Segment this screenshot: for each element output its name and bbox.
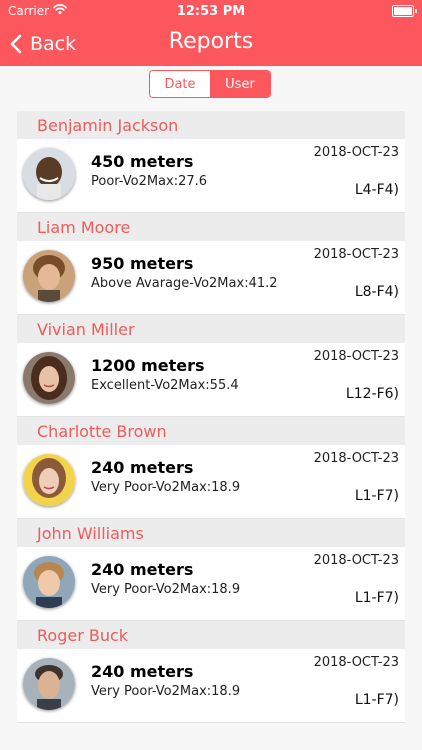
distance-label: 240 meters [91,458,194,477]
section-header: Roger Buck [17,621,405,649]
level-label: L4-F4) [354,182,399,198]
distance-label: 1200 meters [91,356,205,375]
report-date: 2018-OCT-23 [313,451,399,466]
vo2max-detail: Above Avarage-Vo2Max:41.2 [91,276,278,291]
distance-label: 240 meters [91,662,194,681]
distance-label: 450 meters [91,152,194,171]
sort-segmented-control: Date User [149,70,271,98]
report-date: 2018-OCT-23 [313,655,399,670]
section-header: Charlotte Brown [17,417,405,445]
level-label: L12-F6) [345,386,399,402]
status-bar: Carrier 12:53 PM [0,0,422,22]
distance-label: 950 meters [91,254,194,273]
avatar [23,454,75,506]
vo2max-detail: Very Poor-Vo2Max:18.9 [91,684,241,699]
level-label: L8-F4) [354,284,399,300]
level-label: L1-F7) [354,692,399,708]
report-row[interactable]: 450 meters Poor-Vo2Max:27.6 2018-OCT-23 … [17,139,405,213]
segment-user[interactable]: User [210,71,270,97]
segment-date[interactable]: Date [150,71,210,97]
report-row[interactable]: 240 meters Very Poor-Vo2Max:18.9 2018-OC… [17,649,405,723]
distance-label: 240 meters [91,560,194,579]
report-row[interactable]: 240 meters Very Poor-Vo2Max:18.9 2018-OC… [17,445,405,519]
section-header: Vivian Miller [17,315,405,343]
navigation-bar: Back Reports [0,22,422,66]
report-date: 2018-OCT-23 [313,247,399,262]
avatar [23,556,75,608]
level-label: L1-F7) [354,488,399,504]
report-date: 2018-OCT-23 [313,349,399,364]
page-title: Reports [168,29,254,54]
vo2max-detail: Poor-Vo2Max:27.6 [91,174,208,189]
vo2max-detail: Very Poor-Vo2Max:18.9 [91,480,241,495]
report-row[interactable]: 950 meters Above Avarage-Vo2Max:41.2 201… [17,241,405,315]
report-row[interactable]: 1200 meters Excellent-Vo2Max:55.4 2018-O… [17,343,405,417]
report-date: 2018-OCT-23 [313,553,399,568]
section-header: Liam Moore [17,213,405,241]
avatar [23,658,75,710]
avatar [23,148,75,200]
vo2max-detail: Very Poor-Vo2Max:18.9 [91,582,241,597]
section-header: Benjamin Jackson [17,111,405,139]
avatar [23,352,75,404]
vo2max-detail: Excellent-Vo2Max:55.4 [91,378,239,393]
report-row[interactable]: 240 meters Very Poor-Vo2Max:18.9 2018-OC… [17,547,405,621]
status-time: 12:53 PM [176,4,246,19]
reports-list: Benjamin Jackson 450 meters Poor-Vo2Max:… [17,111,405,723]
battery-icon [392,5,417,17]
avatar [23,250,75,302]
report-date: 2018-OCT-23 [313,145,399,160]
level-label: L1-F7) [354,590,399,606]
section-header: John Williams [17,519,405,547]
